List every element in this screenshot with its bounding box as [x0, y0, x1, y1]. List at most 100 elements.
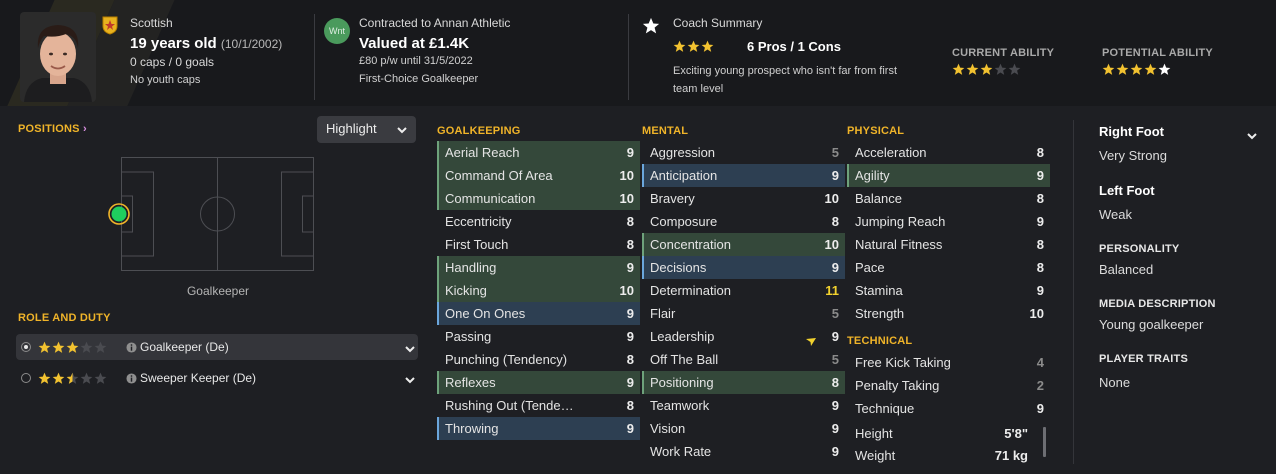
attribute-row[interactable]: Aggression 5 — [642, 141, 845, 164]
attribute-row[interactable]: Free Kick Taking 4 — [847, 351, 1050, 374]
attribute-row[interactable]: First Touch 8 — [437, 233, 640, 256]
attribute-row[interactable]: Kicking 10 — [437, 279, 640, 302]
role-stars — [38, 372, 107, 385]
attribute-value: 8 — [1036, 260, 1044, 275]
attribute-value: 9 — [1036, 168, 1044, 183]
attribute-row[interactable]: Weight 71 kg — [847, 445, 1050, 467]
attribute-row[interactable]: Bravery 10 — [642, 187, 845, 210]
attribute-name: Positioning — [650, 375, 714, 390]
attribute-name: Bravery — [650, 191, 695, 206]
attribute-name: Jumping Reach — [855, 214, 946, 229]
chevron-down-icon[interactable] — [1246, 129, 1258, 144]
attribute-row[interactable]: Decisions 9 — [642, 256, 845, 279]
positions-link[interactable]: POSITIONS › — [18, 123, 87, 135]
coach-summary-title: Coach Summary — [673, 16, 763, 30]
technical-title: TECHNICAL — [847, 335, 913, 347]
star-icon — [80, 341, 93, 353]
mental-attributes: Aggression 5 Anticipation 9 Bravery 10 Composu… — [642, 141, 845, 463]
attribute-row[interactable]: Pace 8 — [847, 256, 1050, 279]
attribute-row[interactable]: Work Rate 9 — [642, 440, 845, 463]
attribute-row[interactable]: Acceleration 8 — [847, 141, 1050, 164]
info-icon[interactable] — [126, 372, 137, 387]
attribute-name: Pace — [855, 260, 885, 275]
scrollbar[interactable] — [1043, 427, 1046, 457]
attribute-row[interactable]: Passing 9 — [437, 325, 640, 348]
attribute-name: Agility — [855, 168, 890, 183]
attribute-name: Handling — [445, 260, 497, 275]
contract-title: Contracted to Annan Athletic — [359, 16, 511, 30]
potential-ability-stars — [1102, 63, 1171, 76]
star-icon — [701, 40, 714, 52]
attribute-value: 5 — [831, 352, 839, 367]
star-icon — [80, 372, 93, 384]
attribute-row[interactable]: Eccentricity 8 — [437, 210, 640, 233]
chevron-down-icon[interactable] — [404, 342, 416, 357]
left-foot-label: Left Foot — [1099, 183, 1155, 198]
attribute-row[interactable]: Positioning 8 — [642, 371, 845, 394]
attribute-row[interactable]: Teamwork 9 — [642, 394, 845, 417]
attribute-row[interactable]: Off The Ball 5 — [642, 348, 845, 371]
divider — [314, 14, 315, 100]
attribute-row[interactable]: One On Ones 9 — [437, 302, 640, 325]
attribute-value: 9 — [831, 398, 839, 413]
technical-attributes: Free Kick Taking 4 Penalty Taking 2 Techniqu… — [847, 351, 1050, 420]
attribute-row[interactable]: Jumping Reach 9 — [847, 210, 1050, 233]
attribute-name: Concentration — [650, 237, 731, 252]
player-avatar[interactable] — [20, 12, 96, 102]
attribute-row[interactable]: Flair 5 — [642, 302, 845, 325]
attribute-row[interactable]: Vision 9 — [642, 417, 845, 440]
attribute-value: 9 — [626, 329, 634, 344]
attribute-value: 8 — [831, 214, 839, 229]
attribute-value: 9 — [626, 145, 634, 160]
attribute-row[interactable]: Handling 9 — [437, 256, 640, 279]
attribute-name: Reflexes — [445, 375, 496, 390]
attribute-row[interactable]: Balance 8 — [847, 187, 1050, 210]
position-pitch — [121, 157, 314, 271]
chevron-right-icon: › — [82, 123, 87, 135]
attribute-row[interactable]: Composure 8 — [642, 210, 845, 233]
attribute-row[interactable]: Communication 10 — [437, 187, 640, 210]
attribute-value: 5'8" — [1004, 426, 1028, 441]
attribute-value: 9 — [831, 168, 839, 183]
attribute-row[interactable]: Height 5'8" — [847, 423, 1050, 445]
attribute-row[interactable]: Natural Fitness 8 — [847, 233, 1050, 256]
goalkeeper-position-marker[interactable] — [108, 203, 130, 228]
attribute-row[interactable]: Aerial Reach 9 — [437, 141, 640, 164]
star-icon — [66, 372, 79, 384]
attribute-name: Passing — [445, 329, 492, 344]
attribute-row[interactable]: Penalty Taking 2 — [847, 374, 1050, 397]
highlight-dropdown[interactable]: Highlight — [317, 116, 416, 143]
attribute-row[interactable]: Reflexes 9 — [437, 371, 640, 394]
attribute-row[interactable]: Strength 10 — [847, 302, 1050, 325]
body-measurements: Height 5'8" Weight 71 kg — [847, 423, 1050, 467]
attribute-row[interactable]: Anticipation 9 — [642, 164, 845, 187]
attribute-row[interactable]: Agility 9 — [847, 164, 1050, 187]
attribute-value: 9 — [831, 260, 839, 275]
attribute-row[interactable]: Concentration 10 — [642, 233, 845, 256]
star-icon — [673, 40, 686, 52]
attribute-row[interactable]: Technique 9 — [847, 397, 1050, 420]
attribute-value: 11 — [825, 283, 839, 298]
attribute-row[interactable]: Rushing Out (Tende… 8 — [437, 394, 640, 417]
role-radio[interactable] — [21, 373, 31, 383]
star-icon — [1158, 63, 1171, 75]
squad-status: First-Choice Goalkeeper — [359, 73, 479, 85]
pros-cons[interactable]: 6 Pros / 1 Cons — [747, 39, 841, 54]
attribute-row[interactable]: Punching (Tendency) 8 — [437, 348, 640, 371]
attribute-value: 9 — [831, 329, 839, 344]
role-row[interactable]: Goalkeeper (De) — [16, 334, 418, 360]
goalkeeping-title: GOALKEEPING — [437, 125, 521, 137]
attribute-name: Penalty Taking — [855, 378, 940, 393]
potential-ability-label: POTENTIAL ABILITY — [1102, 47, 1213, 59]
nationality: Scottish — [130, 16, 173, 30]
attribute-row[interactable]: Leadership 9 — [642, 325, 845, 348]
attribute-row[interactable]: Command Of Area 10 — [437, 164, 640, 187]
attribute-row[interactable]: Determination 11 — [642, 279, 845, 302]
role-radio[interactable] — [21, 342, 31, 352]
chevron-down-icon[interactable] — [404, 373, 416, 388]
info-icon[interactable] — [126, 341, 137, 356]
attribute-row[interactable]: Stamina 9 — [847, 279, 1050, 302]
attribute-row[interactable]: Throwing 9 — [437, 417, 640, 440]
role-row[interactable]: Sweeper Keeper (De) — [16, 365, 418, 391]
star-icon — [966, 63, 979, 75]
